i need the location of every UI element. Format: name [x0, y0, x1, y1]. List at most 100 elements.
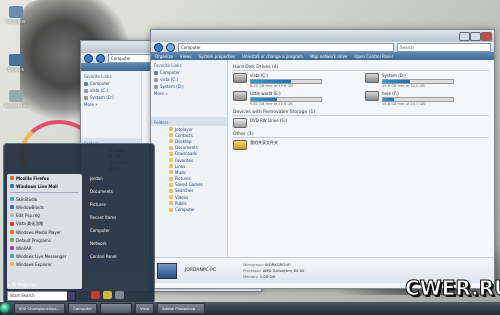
nav-item-more[interactable]: More »	[81, 101, 141, 108]
minimize-button[interactable]	[459, 32, 470, 41]
folder-label: Pictures	[175, 176, 191, 182]
nav-item-more[interactable]: More »	[151, 90, 227, 97]
taskbar-button[interactable]	[100, 303, 133, 314]
processor-value: AMD Turion(tm) 64 X2	[262, 267, 305, 273]
section-hard-disk-drives[interactable]: Hard Disk Drives (4)	[233, 65, 489, 71]
folders-header[interactable]: Folders	[151, 117, 227, 126]
toolbar-organize[interactable]: Organize	[155, 54, 173, 59]
program-label: Vista 美化功略	[16, 220, 44, 226]
address-bar[interactable]: Computer	[178, 42, 394, 52]
program-icon	[10, 205, 14, 209]
forward-arrow-icon[interactable]	[96, 53, 105, 63]
dvd-drive[interactable]: DVD RW Drive (G:)	[233, 118, 489, 128]
computer-explorer-window[interactable]: Computer Search Organize Views System pr…	[150, 29, 495, 289]
folder-icon	[169, 207, 173, 212]
toolbar-uninstall[interactable]: Uninstall or change a program	[242, 54, 303, 59]
start-search-input[interactable]: Start Search	[7, 291, 69, 301]
drive-usage-fill	[251, 98, 277, 101]
program-label: WindowBlinds	[16, 204, 44, 210]
forward-arrow-icon[interactable]	[166, 42, 175, 52]
drive-icon	[154, 77, 158, 82]
close-button[interactable]	[481, 32, 492, 41]
taskbar: 600 Championships... Computer View Adobe Ph…	[0, 302, 500, 315]
folder-label: Links	[175, 163, 186, 169]
program-item[interactable]: SkinStudio	[7, 195, 82, 203]
folder-icon	[169, 182, 173, 187]
drive-item[interactable]: Little world (E:) 9.81 GB free of 15.6 GB	[233, 91, 357, 106]
maximize-button[interactable]	[470, 32, 481, 41]
toolbar-system-properties[interactable]: System properties	[199, 54, 236, 59]
taskbar-button[interactable]: Computer	[68, 303, 98, 314]
section-other[interactable]: Other (1)	[233, 132, 489, 138]
toolbar-map-network-drive[interactable]: Map network drive	[310, 54, 347, 59]
back-arrow-icon[interactable]	[84, 53, 93, 63]
nav-item-system[interactable]: System (D:)	[151, 83, 227, 90]
toolbar-views[interactable]: Views	[180, 54, 192, 59]
program-label: Windows Live Messenger	[16, 253, 67, 259]
program-list: Mozilla Firefox Windows Live Mail SkinSt…	[7, 174, 82, 289]
nav-item-computer[interactable]: Computer	[81, 80, 141, 87]
folder-icon	[169, 164, 173, 169]
taskbar-button[interactable]: 600 Championships...	[14, 303, 66, 314]
all-programs[interactable]: ▸ All Programs	[8, 282, 36, 287]
start-orb-icon[interactable]	[0, 303, 11, 314]
start-right-item[interactable]: Control Panel	[86, 250, 151, 263]
workgroup-value: WORKGROUP	[264, 261, 291, 267]
program-live-mail[interactable]: Windows Live Mail	[7, 182, 82, 190]
divider	[10, 192, 79, 193]
program-icon	[10, 262, 14, 266]
folder-label: Saved Games	[175, 182, 203, 188]
start-right-item[interactable]: jordan	[86, 172, 151, 185]
nav-item-system[interactable]: System (D:)	[81, 94, 141, 101]
folder-icon	[169, 188, 173, 193]
program-item[interactable]: Vista 美化功略	[7, 219, 82, 228]
program-item[interactable]: Windows Media Player	[7, 228, 82, 236]
network-icon	[9, 54, 23, 66]
program-item[interactable]: WindowBlinds	[7, 203, 82, 211]
taskbar-button[interactable]: View	[135, 303, 155, 314]
program-icon	[10, 221, 14, 226]
window-titlebar[interactable]	[151, 30, 494, 42]
desktop-icon-computer[interactable]: Computer	[3, 6, 29, 24]
program-item[interactable]: Windows Live Messenger	[7, 252, 82, 260]
folder-label: Public	[175, 200, 187, 206]
program-item[interactable]: Edit Psp.reg	[7, 211, 82, 219]
power-icon[interactable]	[91, 291, 100, 299]
mail-icon	[10, 184, 14, 188]
drive-info: Little world (E:) 9.81 GB free of 15.6 GB	[250, 91, 322, 106]
nav-heading: Favorite Links	[154, 63, 182, 68]
search-input[interactable]: Search	[397, 42, 491, 52]
start-right-item[interactable]: Network	[86, 237, 151, 250]
back-arrow-icon[interactable]	[154, 42, 163, 52]
computer-icon	[154, 70, 158, 75]
program-item[interactable]: Default Programs	[7, 236, 82, 244]
drive-name: vista (C:)	[250, 73, 269, 78]
desktop-icon-network[interactable]: Network	[3, 54, 29, 72]
toolbar-control-panel[interactable]: Open Control Panel	[354, 54, 392, 59]
start-right-item[interactable]: Recent Items	[86, 211, 151, 224]
hard-drive-icon	[233, 73, 247, 83]
desktop-icon-recycle-bin[interactable]: Recycle Bin	[3, 90, 29, 108]
search-go-icon[interactable]	[67, 291, 76, 301]
lock-icon[interactable]	[103, 291, 112, 299]
program-label: Windows Media Player	[16, 229, 61, 235]
nav-item-vista[interactable]: vista (C:)	[151, 76, 227, 83]
taskbar-button[interactable]: Adobe Photoshop ...	[157, 303, 206, 314]
program-item[interactable]: WinRAR	[7, 244, 82, 252]
folder-label: Contacts	[175, 132, 193, 138]
program-item[interactable]: Windows Explorer	[7, 260, 82, 268]
program-firefox[interactable]: Mozilla Firefox	[7, 174, 82, 182]
drive-item[interactable]: vista (C:) 8.45 GB free of 19.6 GB	[233, 73, 357, 88]
folder-tree-item[interactable]: Computer	[167, 206, 227, 212]
drive-item[interactable]: System (D:) 19.6 GB free of 32.0 GB	[365, 73, 489, 88]
shared-folder-item[interactable]: 我的共享文件夹	[233, 140, 489, 150]
start-right-item[interactable]: Pictures	[86, 198, 151, 211]
folder-icon	[169, 201, 173, 206]
shutdown-arrow-icon[interactable]	[115, 291, 124, 299]
start-right-item[interactable]: Documents	[86, 185, 151, 198]
nav-item-vista[interactable]: vista (C:)	[81, 87, 141, 94]
drive-item[interactable]: here (F:) 16.8 GB free of 20.1 GB	[365, 91, 489, 106]
start-right-item[interactable]: Computer	[86, 224, 151, 237]
nav-item-computer[interactable]: Computer	[151, 69, 227, 76]
section-removable-storage[interactable]: Devices with Removable Storage (1)	[233, 110, 489, 116]
